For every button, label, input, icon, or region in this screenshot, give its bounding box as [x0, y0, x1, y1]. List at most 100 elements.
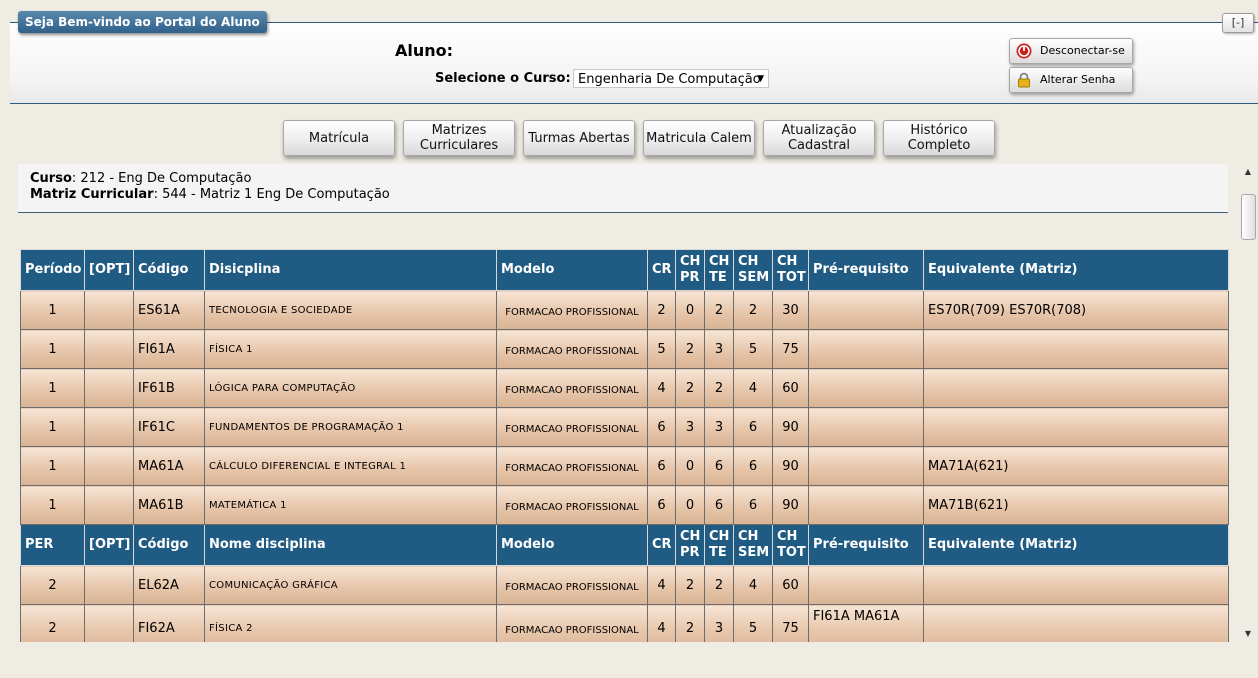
- column-header: CH TE: [704, 524, 734, 566]
- cell-sem: 6: [733, 407, 773, 447]
- cell-sem: 4: [733, 565, 773, 605]
- curso-info-key: Curso: [30, 171, 72, 186]
- nav-matrizes-button[interactable]: Matrizes Curriculares: [403, 120, 515, 156]
- cell-eq: [923, 407, 1229, 447]
- cell-modelo: FORMACAO PROFISSIONAL: [496, 446, 648, 486]
- cell-disc: COMUNICAÇÃO GRÁFICA: [204, 565, 497, 605]
- cell-cr: 5: [647, 329, 676, 369]
- column-header: PER: [20, 524, 85, 566]
- nav-turmas-button[interactable]: Turmas Abertas: [523, 120, 635, 156]
- vertical-scrollbar[interactable]: ▲ ▼: [1240, 165, 1256, 641]
- matriz-info: Matriz Curricular: 544 - Matriz 1 Eng De…: [30, 187, 390, 202]
- scroll-down-icon[interactable]: ▼: [1240, 627, 1256, 641]
- cell-cr: 6: [647, 446, 676, 486]
- scroll-up-icon[interactable]: ▲: [1240, 165, 1256, 179]
- nav-cadastral-button[interactable]: Atualização Cadastral: [763, 120, 875, 156]
- curso-info-value: : 212 - Eng De Computação: [71, 171, 252, 186]
- cell-cod: ES61A: [133, 290, 205, 330]
- collapse-button[interactable]: [-]: [1222, 13, 1254, 33]
- cell-disc: LÓGICA PARA COMPUTAÇÃO: [204, 368, 497, 408]
- cell-cod: IF61B: [133, 368, 205, 408]
- header-panel: Aluno: Selecione o Curso: Engenharia De …: [10, 22, 1258, 104]
- column-header: Pré-requisito: [808, 524, 924, 566]
- cell-te: 6: [704, 446, 734, 486]
- cell-opt: [84, 290, 134, 330]
- cell-pr: 2: [675, 604, 705, 642]
- column-header: CH TOT: [772, 524, 809, 566]
- cell-opt: [84, 604, 134, 642]
- cell-eq: MA71A(621): [923, 446, 1229, 486]
- table-header-row: Período [OPT] Código Disicplina Modelo CR CH P…: [20, 249, 1229, 291]
- cell-pre: [808, 290, 924, 330]
- cell-tot: 60: [772, 368, 809, 408]
- cell-opt: [84, 368, 134, 408]
- cell-cod: MA61A: [133, 446, 205, 486]
- cell-pr: 0: [675, 290, 705, 330]
- cell-sem: 2: [733, 290, 773, 330]
- cell-disc: TECNOLOGIA E SOCIEDADE: [204, 290, 497, 330]
- cell-te: 3: [704, 329, 734, 369]
- cell-opt: [84, 407, 134, 447]
- curso-select[interactable]: Engenharia De Computação ▼: [573, 69, 769, 88]
- table-row: 1 IF61C FUNDAMENTOS DE PROGRAMAÇÃO 1 FORMAC…: [20, 407, 1229, 447]
- column-header: Código: [133, 249, 205, 291]
- aluno-label: Aluno:: [395, 41, 454, 60]
- cell-tot: 60: [772, 565, 809, 605]
- column-header: [OPT]: [84, 249, 134, 291]
- course-info: Curso: 212 - Eng De Computação Matriz Cu…: [18, 164, 1228, 213]
- logout-label: Desconectar-se: [1040, 44, 1125, 57]
- column-header: Modelo: [496, 524, 648, 566]
- column-header: Equivalente (Matriz): [923, 524, 1229, 566]
- cell-te: 2: [704, 565, 734, 605]
- cell-te: 3: [704, 407, 734, 447]
- cell-pre: [808, 407, 924, 447]
- column-header: Equivalente (Matriz): [923, 249, 1229, 291]
- cell-opt: [84, 329, 134, 369]
- cell-pr: 2: [675, 368, 705, 408]
- column-header: CR: [647, 249, 676, 291]
- cell-cr: 4: [647, 565, 676, 605]
- cell-pre: [808, 329, 924, 369]
- table-row: 2 FI62A FÍSICA 2 FORMACAO PROFISSIONAL 4 2 3 5 7…: [20, 604, 1229, 642]
- cell-per: 1: [20, 329, 85, 369]
- logout-button[interactable]: Desconectar-se: [1009, 38, 1133, 64]
- power-icon: [1016, 43, 1032, 59]
- cell-per: 1: [20, 485, 85, 525]
- cell-te: 2: [704, 290, 734, 330]
- cell-per: 1: [20, 290, 85, 330]
- cell-modelo: FORMACAO PROFISSIONAL: [496, 485, 648, 525]
- curso-select-value: Engenharia De Computação: [578, 72, 761, 87]
- curriculum-table: Período [OPT] Código Disicplina Modelo CR CH P…: [20, 249, 1229, 642]
- cell-tot: 75: [772, 329, 809, 369]
- nav-matricula-button[interactable]: Matrícula: [283, 120, 395, 156]
- cell-per: 2: [20, 565, 85, 605]
- nav-calem-button[interactable]: Matricula Calem: [643, 120, 755, 156]
- cell-cod: FI61A: [133, 329, 205, 369]
- column-header: Nome disciplina: [204, 524, 497, 566]
- cell-cr: 2: [647, 290, 676, 330]
- cell-per: 1: [20, 368, 85, 408]
- cell-te: 2: [704, 368, 734, 408]
- cell-tot: 75: [772, 604, 809, 642]
- cell-eq: MA71B(621): [923, 485, 1229, 525]
- cell-cod: MA61B: [133, 485, 205, 525]
- cell-cr: 6: [647, 407, 676, 447]
- table-row: 2 EL62A COMUNICAÇÃO GRÁFICA FORMACAO PROFIS…: [20, 565, 1229, 605]
- cell-eq: [923, 604, 1229, 642]
- welcome-tab: Seja Bem-vindo ao Portal do Aluno: [18, 11, 267, 33]
- content-area: Curso: 212 - Eng De Computação Matriz Cu…: [18, 164, 1239, 642]
- nav-historico-button[interactable]: Histórico Completo: [883, 120, 995, 156]
- change-password-button[interactable]: Alterar Senha: [1009, 67, 1133, 93]
- matriz-info-key: Matriz Curricular: [30, 187, 154, 202]
- column-header: Código: [133, 524, 205, 566]
- cell-sem: 5: [733, 329, 773, 369]
- scroll-thumb[interactable]: [1241, 194, 1256, 240]
- cell-tot: 90: [772, 407, 809, 447]
- column-header: Modelo: [496, 249, 648, 291]
- cell-tot: 90: [772, 485, 809, 525]
- column-header: Pré-requisito: [808, 249, 924, 291]
- cell-cr: 4: [647, 368, 676, 408]
- cell-pr: 3: [675, 407, 705, 447]
- table-row: 1 MA61B MATEMÁTICA 1 FORMACAO PROFISSIONAL 6…: [20, 485, 1229, 525]
- cell-pre: [808, 565, 924, 605]
